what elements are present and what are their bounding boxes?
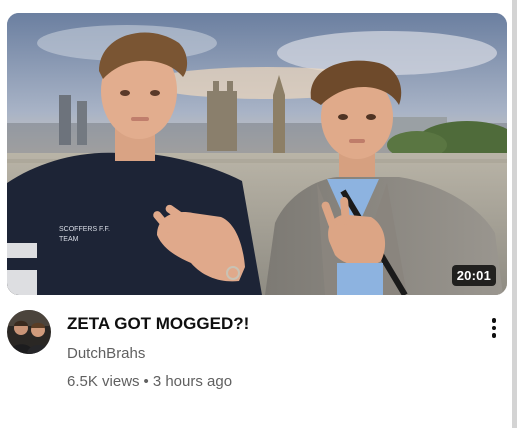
view-count: 6.5K views — [67, 373, 140, 390]
video-card: SCOFFERS F.F. TEAM 20:01 ZETA GOT MOGGED… — [0, 0, 517, 428]
avatar-image — [7, 310, 51, 354]
video-title[interactable]: ZETA GOT MOGGED?! — [67, 313, 467, 335]
upload-age: 3 hours ago — [152, 373, 233, 390]
video-duration-badge: 20:01 — [451, 265, 496, 286]
video-meta: ZETA GOT MOGGED?! DutchBrahs 6.5K views •… — [67, 313, 467, 392]
video-thumbnail[interactable]: SCOFFERS F.F. TEAM 20:01 — [7, 13, 507, 295]
more-actions-button[interactable] — [482, 313, 506, 343]
thumbnail-image: SCOFFERS F.F. TEAM — [7, 13, 507, 295]
more-vert-icon — [491, 318, 497, 338]
stats-separator: • — [143, 373, 149, 390]
channel-avatar[interactable] — [7, 310, 51, 354]
video-stats: 6.5K views • 3 hours ago — [67, 372, 467, 392]
channel-name[interactable]: DutchBrahs — [67, 344, 467, 364]
scrollbar-track[interactable] — [512, 0, 517, 428]
svg-text:TEAM: TEAM — [59, 236, 79, 243]
svg-text:SCOFFERS F.F.: SCOFFERS F.F. — [59, 226, 110, 233]
scrollbar-thumb[interactable] — [512, 0, 517, 428]
